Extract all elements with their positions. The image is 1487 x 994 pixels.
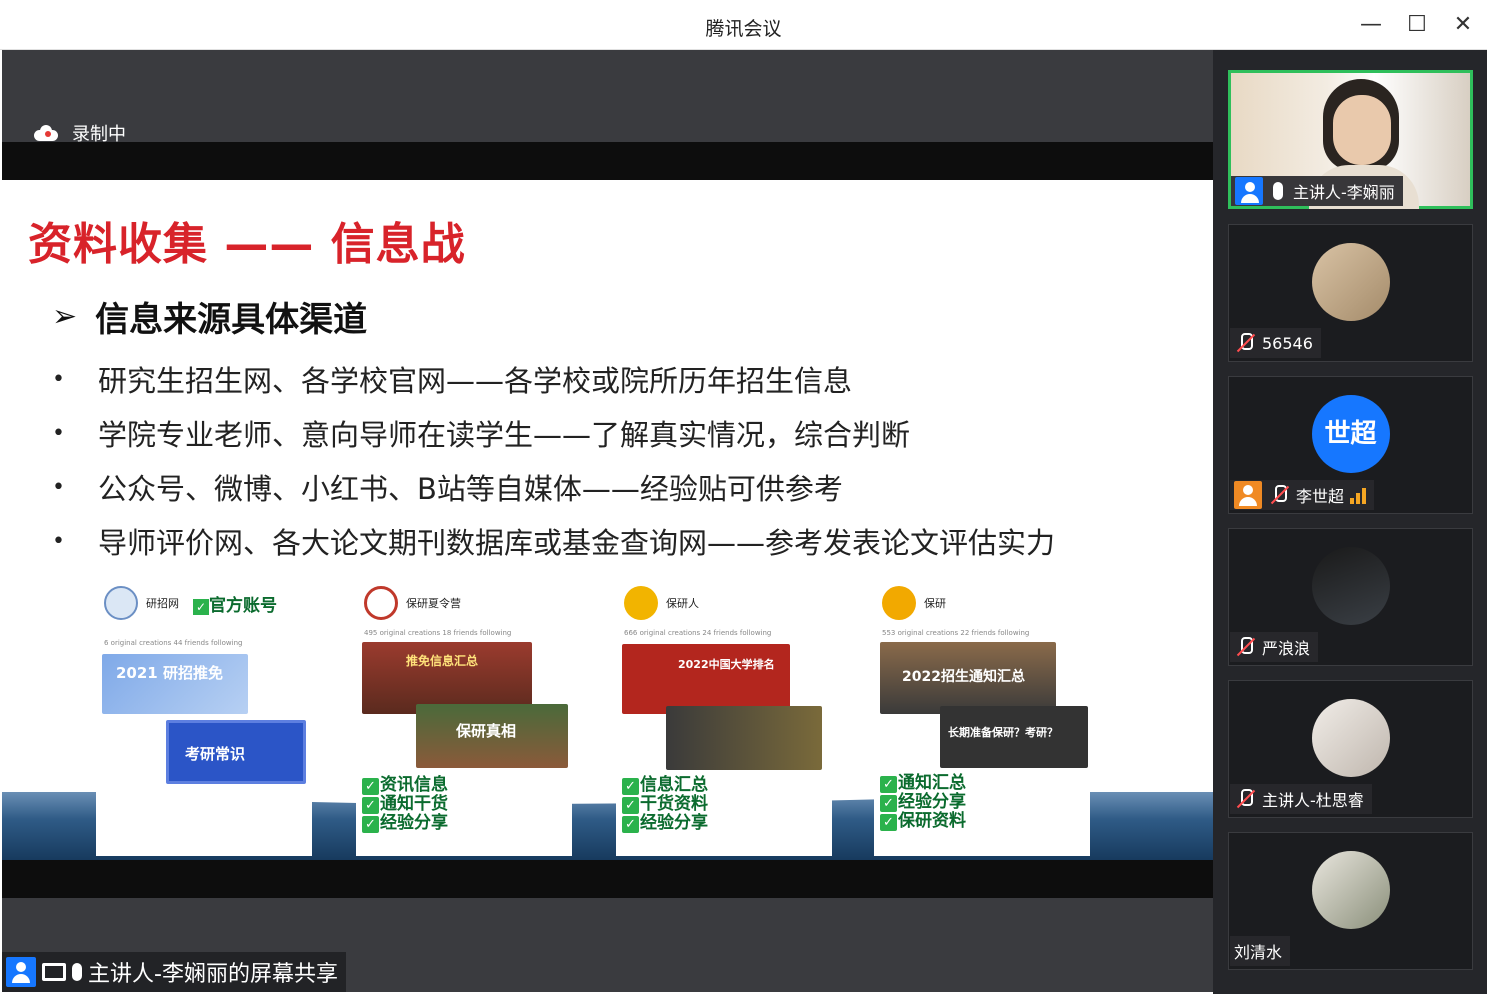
participant-name: 刘清水 <box>1234 943 1283 962</box>
avatar-initials: 世超 <box>1311 395 1390 473</box>
shared-screen-area: 录制中 资料收集 —— 信息战 ➢ 信息来源具体渠道 • 研究生招生网、各学校官网… <box>2 50 1213 992</box>
account-name: 研招网 <box>146 597 179 610</box>
account-name: 保研夏令营 <box>406 597 461 610</box>
slide-title: 资料收集 —— 信息战 <box>28 219 466 270</box>
thumb-image: 保研真相 <box>416 704 568 768</box>
user-icon <box>6 957 36 987</box>
account-stats: 6 original creations 44 friends followin… <box>104 639 243 647</box>
screen-share-label: 主讲人-李娴丽的屏幕共享 <box>2 952 346 992</box>
subheading-text: 信息来源具体渠道 <box>95 300 368 340</box>
participant-label: 李世超 <box>1230 480 1375 510</box>
participant-label: 主讲人-杜思睿 <box>1230 784 1372 814</box>
avatar <box>1311 851 1390 929</box>
feature-tags: ✓ 资讯信息 ✓ 通知干货 ✓ 经验分享 <box>362 776 448 833</box>
bullet-item: • 研究生招生网、各学校官网——各学校或院所历年招生信息 <box>52 352 1055 406</box>
maximize-button[interactable]: ☐ <box>1404 12 1430 38</box>
account-stats: 553 original creations 22 friends follow… <box>882 629 1030 637</box>
bullet-item: • 导师评价网、各大论文期刊数据库或基金查询网——参考发表论文评估实力 <box>52 514 1055 568</box>
mic-icon <box>72 963 82 981</box>
participant-tile[interactable]: 主讲人-杜思睿 <box>1228 680 1473 818</box>
participant-label: 主讲人-李娴丽 <box>1231 176 1403 206</box>
account-stats: 666 original creations 24 friends follow… <box>624 629 772 637</box>
account-screenshots: 研招网 ✓ 官方账号 6 original creations 44 friend… <box>96 578 1096 858</box>
baoyan-logo-icon <box>882 586 916 620</box>
bullet-list: • 研究生招生网、各学校官网——各学校或院所历年招生信息 • 学院专业老师、意向导师… <box>52 352 1055 568</box>
avatar <box>1311 243 1390 321</box>
participant-name: 李世超 <box>1296 487 1345 506</box>
yanzhao-logo-icon <box>104 586 138 620</box>
minimize-button[interactable]: — <box>1358 12 1384 38</box>
participant-name: 严浪浪 <box>1262 639 1311 658</box>
feature-tags: ✓ 信息汇总 ✓ 干货资料 ✓ 经验分享 <box>622 776 708 833</box>
account-name: 保研 <box>924 597 946 610</box>
participant-name: 主讲人-李娴丽 <box>1293 183 1395 202</box>
user-icon <box>1235 177 1263 205</box>
avatar <box>1311 547 1390 625</box>
mic-icon <box>1273 182 1283 200</box>
avatar <box>1311 699 1390 777</box>
audio-level-icon <box>1350 486 1367 504</box>
account-stats: 495 original creations 18 friends follow… <box>364 629 512 637</box>
baoyan-camp-logo-icon <box>364 586 398 620</box>
letterbox-bottom <box>2 860 1213 898</box>
title-bar: 腾讯会议 — ☐ ✕ <box>0 0 1487 50</box>
participant-label: 严浪浪 <box>1230 632 1319 662</box>
account-card-yanzhao: 研招网 ✓ 官方账号 6 original creations 44 friend… <box>96 578 312 856</box>
arrow-bullet-icon: ➢ <box>52 299 78 334</box>
mic-muted-icon <box>1268 484 1290 506</box>
share-label-text: 主讲人-李娴丽的屏幕共享 <box>88 962 338 987</box>
presentation-slide: 资料收集 —— 信息战 ➢ 信息来源具体渠道 • 研究生招生网、各学校官网——各学… <box>2 180 1213 860</box>
screen-share-icon <box>42 963 66 981</box>
participant-name: 56546 <box>1262 333 1313 353</box>
official-badge: ✓ 官方账号 <box>193 591 277 616</box>
bullet-item: • 公众号、微博、小红书、B站等自媒体——经验贴可供参考 <box>52 460 1055 514</box>
letterbox-top <box>2 142 1213 180</box>
bullet-text: 学院专业老师、意向导师在读学生——了解真实情况，综合判断 <box>98 418 911 452</box>
participant-label: 刘清水 <box>1230 936 1291 966</box>
participant-sidebar: 主讲人-李娴丽 56546 世超 李世超 严浪浪 主讲人-杜思睿 刘清水 <box>1213 50 1487 994</box>
thumb-image: 2021 研招推免 <box>102 654 248 714</box>
thumb-image <box>666 706 822 770</box>
close-button[interactable]: ✕ <box>1450 12 1476 38</box>
bullet-item: • 学院专业老师、意向导师在读学生——了解真实情况，综合判断 <box>52 406 1055 460</box>
account-card-baoyanren: 保研人 666 original creations 24 friends fo… <box>616 578 832 856</box>
participant-tile[interactable]: 严浪浪 <box>1228 528 1473 666</box>
participant-tile[interactable]: 刘清水 <box>1228 832 1473 970</box>
participant-tile[interactable]: 世超 李世超 <box>1228 376 1473 514</box>
bullet-text: 研究生招生网、各学校官网——各学校或院所历年招生信息 <box>98 364 853 398</box>
bullet-text: 导师评价网、各大论文期刊数据库或基金查询网——参考发表论文评估实力 <box>98 526 1056 560</box>
participant-name: 主讲人-杜思睿 <box>1262 791 1364 810</box>
cloud-record-icon <box>34 125 60 141</box>
bullet-text: 公众号、微博、小红书、B站等自媒体——经验贴可供参考 <box>98 472 843 506</box>
user-icon <box>1234 481 1262 509</box>
mic-muted-icon <box>1234 788 1256 810</box>
mic-muted-icon <box>1234 332 1256 354</box>
account-name: 保研人 <box>666 597 699 610</box>
window-title: 腾讯会议 <box>705 18 782 40</box>
thumb-image: 2022招生通知汇总 <box>880 642 1056 714</box>
feature-tags: ✓ 通知汇总 ✓ 经验分享 ✓ 保研资料 <box>880 774 966 831</box>
participant-label: 56546 <box>1230 328 1321 358</box>
mic-muted-icon <box>1234 636 1256 658</box>
account-card-baoyan: 保研 553 original creations 22 friends fol… <box>874 578 1090 856</box>
baoyanren-logo-icon <box>624 586 658 620</box>
thumb-image: 考研常识 <box>166 720 306 784</box>
thumb-image: 长期准备保研？考研？ <box>940 706 1088 768</box>
account-card-baoyan-camp: 保研夏令营 495 original creations 18 friends … <box>356 578 572 856</box>
thumb-image: 2022中国大学排名 <box>622 644 790 714</box>
slide-subheading: ➢ 信息来源具体渠道 <box>52 292 367 341</box>
participant-tile[interactable]: 56546 <box>1228 224 1473 362</box>
participant-tile[interactable]: 主讲人-李娴丽 <box>1228 70 1473 209</box>
